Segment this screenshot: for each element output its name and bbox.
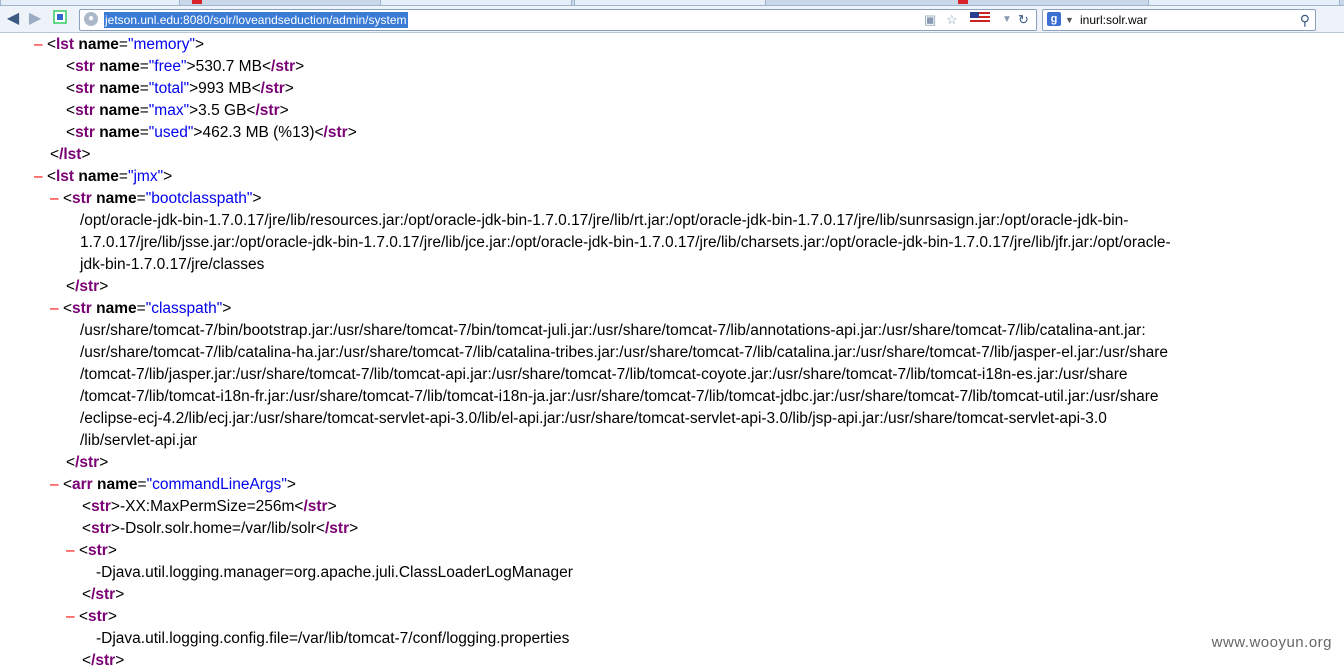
classpath-text: /tomcat-7/lib/jasper.jar:/usr/share/tomc… — [80, 366, 1128, 383]
xml-node-bootclasspath-close: </str> — [66, 278, 109, 295]
reload-icon[interactable]: ↻ — [1018, 11, 1029, 29]
classpath-text: /usr/share/tomcat-7/lib/catalina-ha.jar:… — [80, 344, 1169, 361]
tab[interactable] — [380, 0, 572, 5]
tab[interactable] — [0, 0, 180, 5]
collapse-toggle[interactable]: – — [50, 190, 59, 207]
search-input[interactable]: inurl:solr.war — [1080, 12, 1147, 28]
navigation-toolbar: ◀ ▶ ● jetson.unl.edu:8080/solr/loveandse… — [0, 6, 1344, 33]
page-icon[interactable] — [50, 9, 70, 29]
bootclasspath-text: jdk-bin-1.7.0.17/jre/classes — [80, 256, 265, 273]
xml-node-commandlineargs-open: – <arr name="commandLineArgs"> — [50, 476, 296, 493]
xml-node-str-open: – <str> — [66, 542, 117, 559]
arg-value: -Djava.util.logging.manager=org.apache.j… — [96, 564, 573, 581]
xml-node-str: <str name="used">462.3 MB (%13)</str> — [66, 124, 357, 141]
tab[interactable] — [1148, 0, 1340, 5]
memory-total-value: 993 MB — [198, 80, 252, 97]
xml-node-memory-open: – <lst name="memory"> — [34, 36, 205, 53]
bootclasspath-text: 1.7.0.17/jre/lib/jsse.jar:/opt/oracle-jd… — [80, 234, 1171, 251]
classpath-text: /usr/share/tomcat-7/bin/bootstrap.jar:/u… — [80, 322, 1146, 339]
memory-max-value: 3.5 GB — [198, 102, 247, 119]
xml-node-str: <str name="total">993 MB</str> — [66, 80, 294, 97]
xml-node-classpath-close: </str> — [66, 454, 109, 471]
xml-node-jmx-open: – <lst name="jmx"> — [34, 168, 173, 185]
xml-node-str: <str name="max">3.5 GB</str> — [66, 102, 289, 119]
xml-node-bootclasspath-open: – <str name="bootclasspath"> — [50, 190, 262, 207]
xml-node-str-open: – <str> — [66, 608, 117, 625]
collapse-toggle[interactable]: – — [66, 542, 75, 559]
classpath-text: /lib/servlet-api.jar — [80, 432, 198, 449]
tab-favicon — [958, 0, 968, 4]
forward-arrow-icon[interactable]: ▶ — [25, 9, 45, 29]
search-engine-dropdown-icon[interactable]: ▼ — [1065, 11, 1074, 29]
classpath-text: /eclipse-ecj-4.2/lib/ecj.jar:/usr/share/… — [80, 410, 1107, 427]
xml-node-str: <str name="free">530.7 MB</str> — [66, 58, 305, 75]
arg-value: -Djava.util.logging.config.file=/var/lib… — [96, 630, 570, 647]
collapse-toggle[interactable]: – — [34, 168, 43, 185]
xml-node-str: <str>-Dsolr.solr.home=/var/lib/solr</str… — [82, 520, 359, 537]
watermark: www.wooyun.org — [1211, 634, 1332, 651]
xml-node-classpath-open: – <str name="classpath"> — [50, 300, 232, 317]
globe-icon: ● — [84, 12, 98, 26]
dropdown-icon[interactable]: ▼ — [1002, 11, 1012, 29]
classpath-text: /tomcat-7/lib/tomcat-i18n-fr.jar:/usr/sh… — [80, 388, 1159, 405]
star-icon[interactable]: ☆ — [946, 11, 958, 29]
xml-node-str-close: </str> — [82, 586, 125, 603]
search-bar[interactable]: g ▼ inurl:solr.war ⚲ — [1042, 9, 1316, 31]
collapse-toggle[interactable]: – — [50, 300, 59, 317]
feed-icon[interactable]: ▣ — [924, 11, 936, 29]
arg-value: -Dsolr.solr.home=/var/lib/solr — [119, 520, 316, 537]
address-bar[interactable]: ● jetson.unl.edu:8080/solr/loveandseduct… — [79, 9, 1037, 31]
collapse-toggle[interactable]: – — [66, 608, 75, 625]
search-icon[interactable]: ⚲ — [1300, 10, 1310, 30]
memory-free-value: 530.7 MB — [195, 58, 262, 75]
back-arrow-icon[interactable]: ◀ — [3, 9, 23, 29]
tab-active[interactable] — [574, 0, 766, 5]
xml-node-str-close: </str> — [82, 652, 125, 669]
bootclasspath-text: /opt/oracle-jdk-bin-1.7.0.17/jre/lib/res… — [80, 212, 1129, 229]
xml-node-memory-close: </lst> — [50, 146, 91, 163]
us-flag-icon[interactable] — [970, 11, 990, 29]
collapse-toggle[interactable]: – — [34, 36, 43, 53]
arg-value: -XX:MaxPermSize=256m — [119, 498, 295, 515]
search-engine-icon[interactable]: g — [1047, 12, 1061, 26]
memory-used-value: 462.3 MB (%13) — [202, 124, 315, 141]
tab-favicon — [192, 0, 202, 4]
collapse-toggle[interactable]: – — [50, 476, 59, 493]
url-text[interactable]: jetson.unl.edu:8080/solr/loveandseductio… — [104, 12, 408, 28]
xml-node-str: <str>-XX:MaxPermSize=256m</str> — [82, 498, 337, 515]
